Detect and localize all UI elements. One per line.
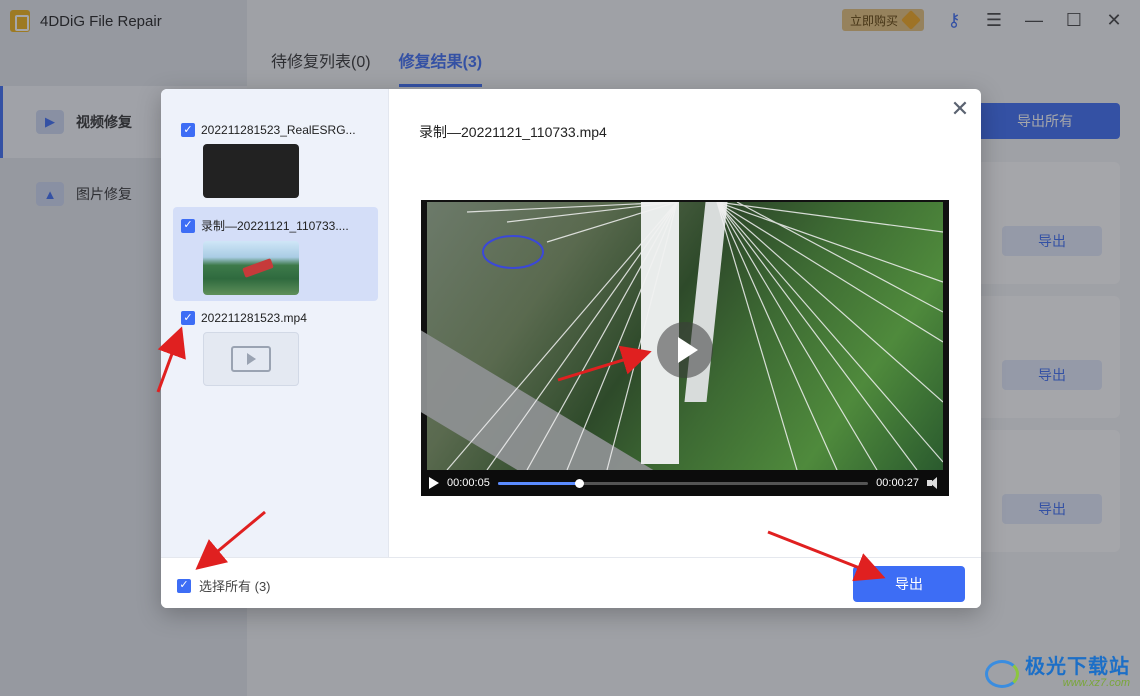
total-time: 00:00:27 [876, 477, 919, 489]
dialog-footer: ✓ 选择所有 (3) 导出 [161, 557, 981, 608]
watermark-logo-icon [985, 659, 1019, 688]
watermark-url: www.xz7.com [1062, 677, 1130, 690]
preview-title: 录制—20221121_110733.mp4 [419, 124, 607, 140]
volume-icon[interactable] [927, 477, 941, 489]
progress-knob[interactable] [575, 478, 585, 488]
play-icon[interactable] [429, 477, 439, 489]
checkbox[interactable]: ✓ [177, 578, 191, 593]
export-button[interactable]: 导出 [853, 566, 965, 602]
site-watermark: 极光下载站 www.xz7.com [985, 657, 1130, 690]
player-controls: 00:00:05 00:00:27 [421, 470, 949, 496]
file-list: ✓ 202211281523_RealESRG... ✓ 录制—20221121… [161, 89, 389, 557]
file-thumbnail [203, 144, 299, 198]
file-thumbnail [203, 241, 299, 295]
file-checkbox[interactable]: ✓ [181, 123, 195, 137]
progress-bar[interactable] [497, 478, 869, 488]
video-file-icon [231, 346, 271, 372]
close-icon[interactable]: ✕ [949, 98, 971, 120]
file-checkbox[interactable]: ✓ [181, 311, 195, 325]
export-dialog: ✓ 202211281523_RealESRG... ✓ 录制—20221121… [161, 89, 981, 608]
select-all-checkbox[interactable]: ✓ 选择所有 (3) [177, 576, 271, 595]
file-name: 202211281523_RealESRG... [201, 123, 356, 137]
file-name: 录制—20221121_110733.... [201, 219, 349, 233]
watermark-title: 极光下载站 [1025, 656, 1130, 679]
select-all-label: 选择所有 (3) [199, 579, 271, 594]
file-checkbox[interactable]: ✓ [181, 218, 195, 233]
play-overlay-icon[interactable] [657, 322, 713, 378]
video-player[interactable]: 00:00:05 00:00:27 [421, 200, 949, 496]
file-list-item[interactable]: ✓ 202211281523_RealESRG... [173, 113, 378, 203]
current-time: 00:00:05 [447, 477, 490, 489]
file-name: 202211281523.mp4 [201, 311, 307, 325]
file-list-item[interactable]: ✓ 202211281523.mp4 [173, 301, 378, 391]
progress-fill [497, 481, 580, 485]
file-list-item[interactable]: ✓ 录制—20221121_110733.... [173, 207, 378, 301]
file-thumbnail [203, 332, 299, 386]
